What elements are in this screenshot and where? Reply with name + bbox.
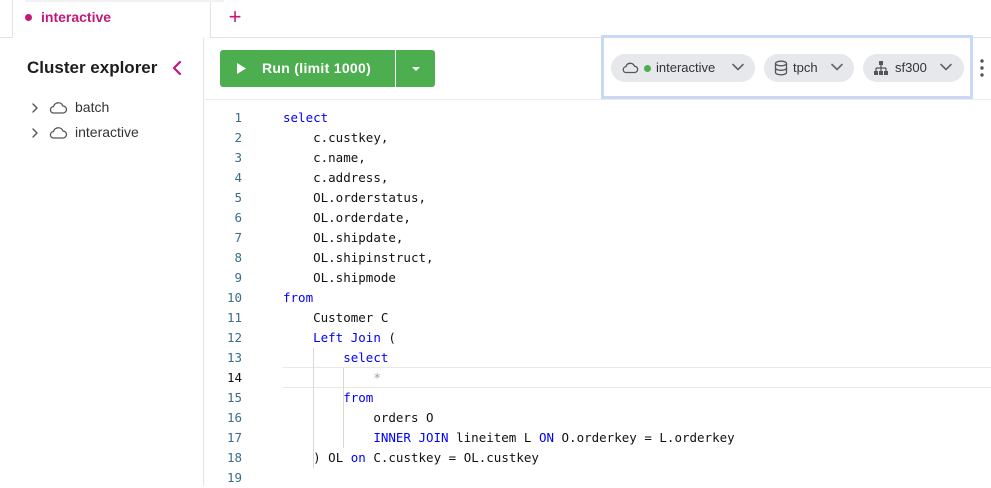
line-number: 18 [226,450,242,465]
line-number: 16 [226,410,242,425]
chevron-right-icon[interactable] [30,126,40,140]
line-number: 12 [226,330,242,345]
line-number: 8 [234,250,242,265]
code-line: from [283,290,314,305]
tab-status-dot [25,14,32,21]
code-line: ) OL on C.custkey = OL.custkey [313,450,539,465]
caret-down-icon [412,67,420,71]
cloud-icon [49,127,68,139]
sql-editor[interactable]: 1 2 3 4 5 6 7 8 9 10 11 12 13 14 15 16 17 18 19 select c.c… [205,101,991,486]
chevron-down-icon [732,63,744,71]
sidebar-title: Cluster explorer [27,58,158,77]
tree-item-batch[interactable]: batch [30,98,190,118]
chevron-down-icon [831,63,843,71]
line-number-gutter: 1 2 3 4 5 6 7 8 9 10 11 12 13 14 15 16 17 18 19 [205,101,269,486]
cloud-icon [49,102,68,114]
tab-top-border [25,0,224,2]
cluster-explorer-sidebar: Cluster explorer batch interactive [0,38,204,486]
chevron-right-icon[interactable] [30,101,40,115]
tree-item-interactive[interactable]: interactive [30,123,190,143]
catalog-selector-label: tpch [793,60,818,75]
code-line: c.name, [313,150,366,165]
query-context-selectors: interactive tpch sf300 [601,35,973,99]
code-line: Left Join ( [313,330,396,345]
active-line-highlight [283,367,991,388]
schema-tree-icon [874,61,888,75]
cluster-status-dot [644,65,651,72]
code-line: c.custkey, [313,130,389,145]
indent-guide [313,348,314,468]
code-line: orders O [373,410,434,425]
code-line: OL.shipdate, [313,230,404,245]
cluster-selector[interactable]: interactive [611,54,755,82]
run-query-button[interactable]: Run (limit 1000) [220,50,395,87]
line-number: 6 [234,210,242,225]
tab-label: interactive [41,9,112,25]
add-tab-button[interactable]: + [226,4,244,30]
line-number: 19 [226,470,242,485]
collapse-sidebar-icon[interactable] [171,60,183,76]
schema-selector-label: sf300 [895,60,927,75]
line-number: 2 [234,130,242,145]
code-line: * [373,370,381,385]
line-number: 4 [234,170,242,185]
code-line: OL.orderstatus, [313,190,426,205]
line-number: 13 [226,350,242,365]
line-number: 3 [234,150,242,165]
code-line: select [283,110,329,125]
schema-selector[interactable]: sf300 [863,54,964,82]
code-line: OL.shipmode [313,270,396,285]
query-tab-bar: interactive + [0,0,991,38]
more-options-icon[interactable] [978,58,986,78]
database-icon [774,60,788,76]
tree-item-label: batch [75,99,110,115]
line-number: 5 [234,190,242,205]
line-number: 14 [226,370,242,385]
line-number: 7 [234,230,242,245]
code-line: from [343,390,374,405]
query-tab-interactive[interactable]: interactive [12,0,224,38]
catalog-selector[interactable]: tpch [764,54,854,82]
code-line: INNER JOIN lineitem L ON O.orderkey = L.… [373,430,735,445]
code-line: OL.orderdate, [313,210,411,225]
run-options-dropdown[interactable] [396,50,435,87]
tree-item-label: interactive [75,124,139,140]
line-number: 11 [226,310,242,325]
line-number: 10 [226,290,242,305]
line-number: 17 [226,430,242,445]
play-icon [237,63,246,74]
line-number: 1 [234,110,242,125]
run-button-label: Run (limit 1000) [262,60,372,76]
line-number: 9 [234,270,242,285]
line-number: 15 [226,390,242,405]
cloud-icon [622,62,639,74]
indent-guide [343,368,344,448]
chevron-down-icon [940,63,952,71]
code-line: Customer C [313,310,389,325]
code-line: select [343,350,389,365]
code-line: OL.shipinstruct, [313,250,434,265]
code-line: c.address, [313,170,389,185]
cluster-selector-label: interactive [656,60,716,75]
